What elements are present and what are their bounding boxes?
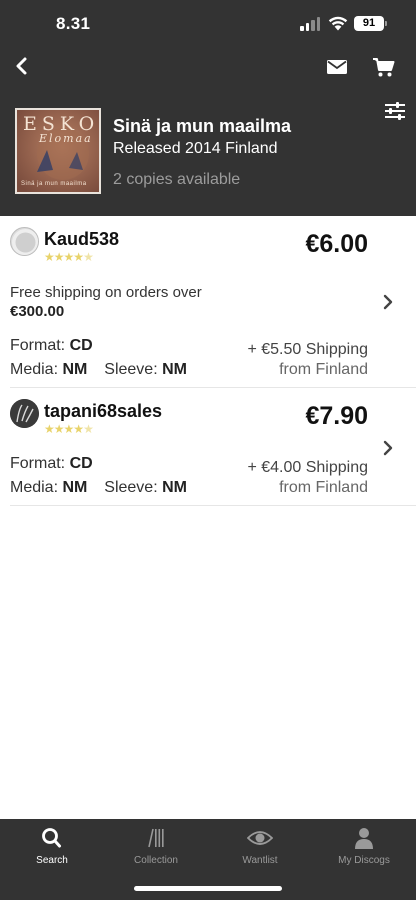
tab-my-discogs[interactable]: My Discogs bbox=[312, 819, 416, 879]
condition-line: Media: NM Sleeve: NM bbox=[10, 479, 187, 497]
sleeve-value: NM bbox=[162, 361, 187, 378]
ships-from: from Finland bbox=[279, 479, 368, 496]
cart-icon[interactable] bbox=[372, 56, 396, 78]
seller-avatar[interactable] bbox=[10, 399, 39, 428]
filter-settings-icon[interactable] bbox=[384, 101, 406, 121]
copies-available: 2 copies available bbox=[113, 171, 241, 188]
rating-star-icon: ★ bbox=[44, 422, 55, 436]
shipping-cost: + €5.50 Shipping bbox=[247, 341, 368, 358]
rating-star-icon: ★ bbox=[83, 250, 94, 264]
wifi-icon bbox=[328, 16, 348, 31]
back-button[interactable] bbox=[10, 54, 34, 78]
chevron-right-icon[interactable] bbox=[382, 294, 394, 310]
seller-name[interactable]: Kaud538 bbox=[44, 229, 119, 250]
cover-bottom-text: Sinä ja mun maailma bbox=[21, 181, 87, 187]
sleeve-label: Sleeve: bbox=[104, 479, 158, 496]
free-shipping-note: Free shipping on orders over €300.00 bbox=[10, 283, 270, 321]
media-value: NM bbox=[62, 361, 88, 378]
chevron-right-icon[interactable] bbox=[382, 440, 394, 456]
seller-name[interactable]: tapani68sales bbox=[44, 401, 162, 422]
sleeve-value: NM bbox=[162, 479, 187, 496]
default-avatar-icon bbox=[12, 229, 38, 255]
format-label: Format: bbox=[10, 337, 66, 354]
media-value: NM bbox=[62, 479, 88, 496]
release-title: Sinä ja mun maailma bbox=[113, 116, 292, 136]
tab-collection[interactable]: Collection bbox=[104, 819, 208, 879]
rating-star-icon: ★ bbox=[63, 250, 75, 264]
listing-item[interactable]: Kaud538 ★★★★★ €6.00 Free shipping on ord… bbox=[0, 216, 416, 388]
shipping-cost: + €4.00 Shipping bbox=[247, 459, 368, 476]
status-time: 8.31 bbox=[56, 14, 91, 33]
collection-icon bbox=[148, 828, 164, 848]
release-header: 8.31 91 ESKO Elomaa Sinä ja mun maailma … bbox=[0, 0, 416, 216]
release-subtitle: Released 2014 Finland bbox=[113, 140, 278, 157]
eye-icon bbox=[247, 831, 273, 845]
rating-star-icon: ★ bbox=[53, 250, 65, 264]
home-indicator[interactable] bbox=[134, 886, 282, 891]
sleeve-label: Sleeve: bbox=[104, 361, 158, 378]
format-value: CD bbox=[69, 337, 93, 354]
album-cover[interactable]: ESKO Elomaa Sinä ja mun maailma bbox=[15, 108, 101, 194]
listing-item[interactable]: tapani68sales ★★★★★ €7.90 Format: CD Med… bbox=[0, 388, 416, 506]
tab-label: Search bbox=[36, 855, 68, 866]
cover-artist-sub: Elomaa bbox=[39, 132, 93, 145]
tab-label: Wantlist bbox=[242, 855, 278, 866]
profile-icon bbox=[355, 828, 373, 849]
format-value: CD bbox=[69, 455, 93, 472]
tab-label: Collection bbox=[134, 855, 178, 866]
search-icon bbox=[42, 828, 61, 848]
condition-line: Media: NM Sleeve: NM bbox=[10, 361, 187, 379]
rating-star-icon: ★ bbox=[73, 422, 84, 436]
free-shipping-threshold: €300.00 bbox=[10, 303, 65, 320]
format-label: Format: bbox=[10, 455, 66, 472]
rating-star-icon: ★ bbox=[44, 250, 55, 264]
free-shipping-line1: Free shipping on orders over bbox=[10, 284, 202, 301]
mail-icon[interactable] bbox=[326, 57, 348, 77]
tab-label: My Discogs bbox=[338, 855, 390, 866]
listing-price: €7.90 bbox=[305, 402, 368, 430]
seller-avatar-image bbox=[10, 399, 39, 428]
listing-price: €6.00 bbox=[305, 230, 368, 258]
rating-star-icon: ★ bbox=[73, 250, 84, 264]
cellular-signal-icon bbox=[300, 17, 322, 31]
tab-wantlist[interactable]: Wantlist bbox=[208, 819, 312, 879]
battery-indicator: 91 bbox=[354, 16, 384, 31]
seller-rating-stars: ★★★★★ bbox=[44, 422, 94, 436]
seller-avatar[interactable] bbox=[10, 227, 39, 256]
format-line: Format: CD bbox=[10, 455, 93, 473]
rating-star-icon: ★ bbox=[83, 422, 94, 436]
battery-cap bbox=[385, 21, 387, 26]
media-label: Media: bbox=[10, 361, 59, 378]
seller-rating-stars: ★★★★★ bbox=[44, 250, 94, 264]
rating-star-icon: ★ bbox=[53, 422, 65, 436]
tab-search[interactable]: Search bbox=[0, 819, 104, 879]
status-bar: 8.31 91 bbox=[0, 0, 416, 46]
ships-from: from Finland bbox=[279, 361, 368, 378]
format-line: Format: CD bbox=[10, 337, 93, 355]
rating-star-icon: ★ bbox=[63, 422, 75, 436]
media-label: Media: bbox=[10, 479, 59, 496]
divider bbox=[10, 505, 416, 506]
